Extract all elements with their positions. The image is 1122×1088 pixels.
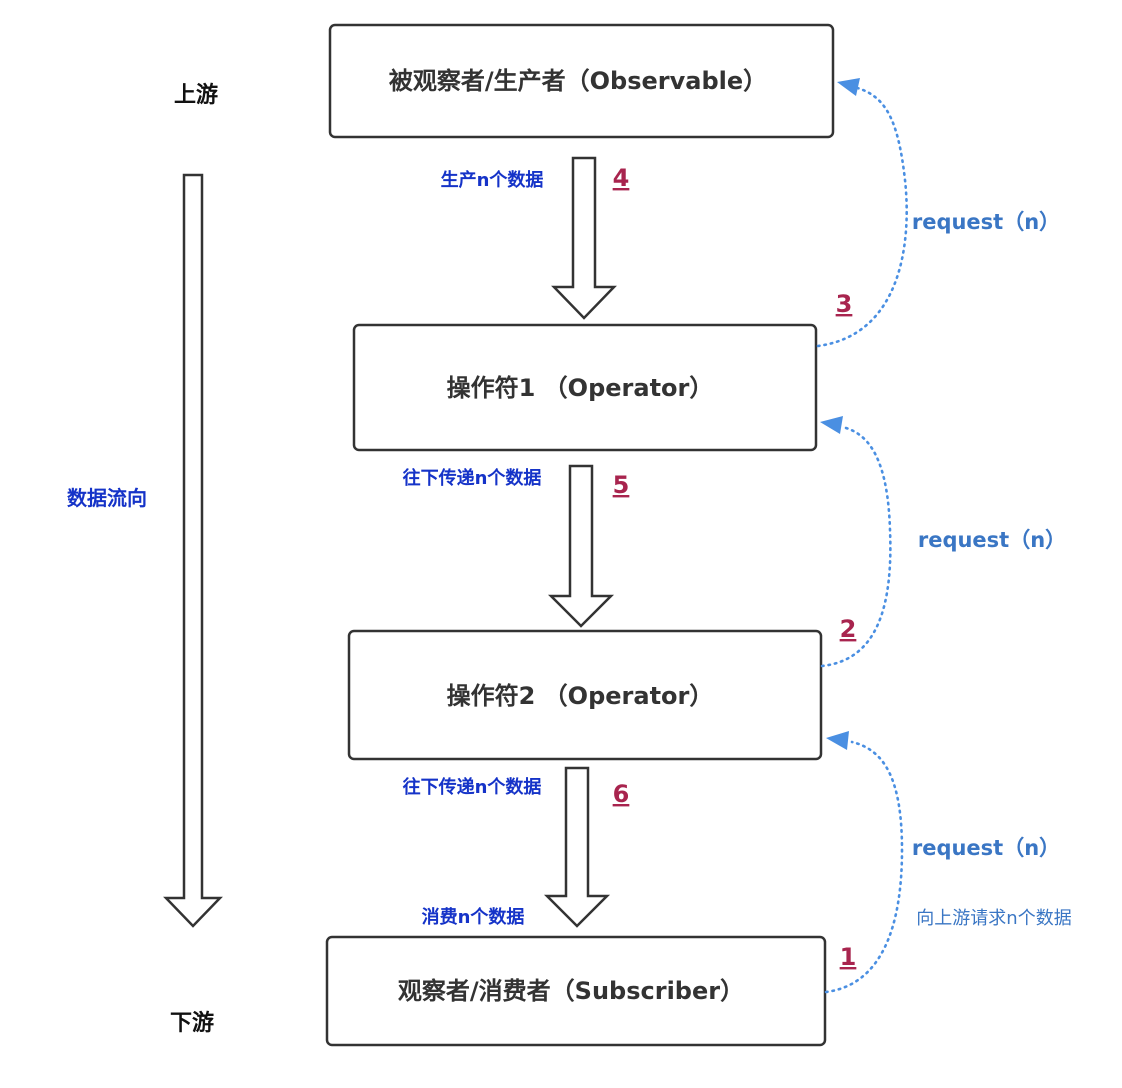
upstream-label: 上游	[174, 82, 218, 108]
downstream-label: 下游	[170, 1010, 214, 1036]
pass-down-label-2: 往下传递n个数据	[403, 776, 542, 798]
data-flow-direction-arrow	[163, 173, 223, 928]
step-number-4: 4	[613, 164, 630, 192]
request-curve-1	[824, 740, 904, 994]
operator1-title: 操作符1 （Operator）	[447, 374, 714, 402]
operator2-title: 操作符2 （Operator）	[447, 682, 714, 710]
request-arrowhead-2	[820, 416, 843, 434]
observable-title: 被观察者/生产者（Observable）	[389, 67, 767, 95]
request-label-2: request（n）	[918, 528, 1066, 552]
step-number-1: 1	[840, 943, 857, 971]
subscriber-title: 观察者/消费者（Subscriber）	[398, 977, 744, 1005]
data-arrow-pass1	[547, 464, 615, 628]
request-label-1: request（n）	[912, 836, 1060, 860]
step-number-3: 3	[836, 290, 853, 318]
request-note: 向上游请求n个数据	[916, 908, 1071, 929]
step-number-5: 5	[613, 471, 630, 499]
data-arrow-pass2	[543, 766, 611, 928]
request-label-3: request（n）	[912, 210, 1060, 234]
pass-down-label-1: 往下传递n个数据	[403, 467, 542, 489]
request-arrowhead-3	[837, 78, 860, 96]
step-number-2: 2	[840, 615, 857, 643]
backpressure-flow-diagram: 上游 数据流向 下游 被观察者/生产者（Observable） 操作符1 （Op…	[67, 23, 1072, 1047]
consume-label: 消费n个数据	[422, 906, 525, 928]
data-arrow-produce	[551, 156, 617, 320]
produce-label: 生产n个数据	[441, 169, 544, 191]
flow-direction-label: 数据流向	[67, 486, 147, 510]
step-number-6: 6	[613, 780, 630, 808]
request-arrowhead-1	[826, 731, 849, 750]
